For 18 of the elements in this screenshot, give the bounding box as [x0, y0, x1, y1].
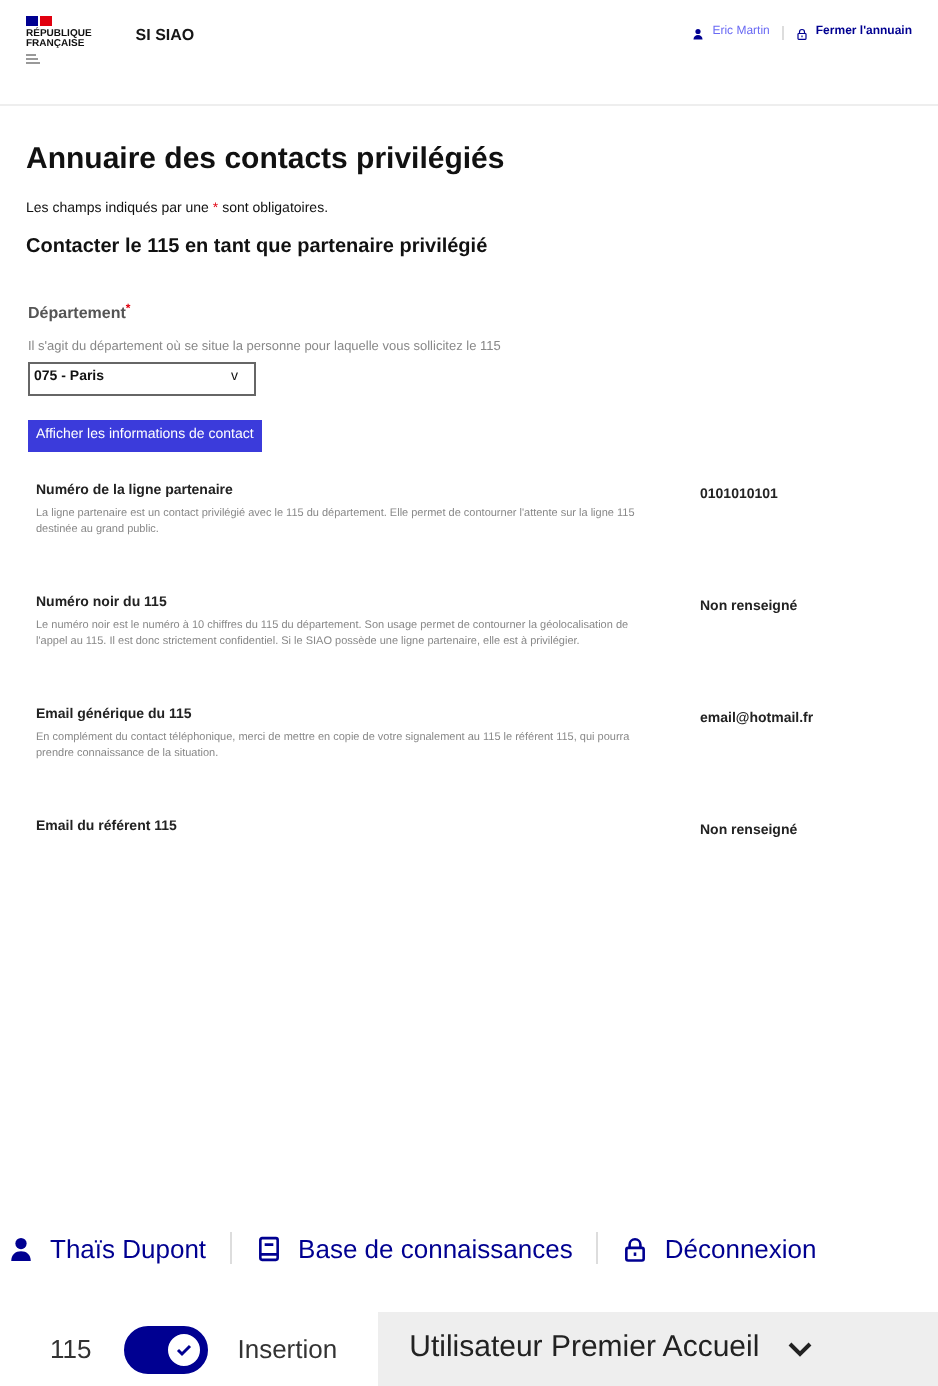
knowledge-base-link[interactable]: Base de connaissances: [256, 1229, 573, 1268]
department-label: Département$^{*}$: [28, 304, 131, 322]
mode-label: 115: [50, 1331, 92, 1368]
site-name: SI SIAO: [135, 24, 195, 48]
section-title: Contacter le 115 en tant que partenaire privilégié: [26, 234, 490, 262]
mode-toggle[interactable]: [123, 1325, 208, 1373]
chevron-down-icon: [787, 1341, 812, 1357]
lock-icon: [795, 27, 808, 39]
profile-select[interactable]: Utilisateur Premier Accueil: [377, 1312, 938, 1386]
profile-link[interactable]: Thaïs Dupont: [8, 1229, 207, 1268]
user-icon: [692, 27, 705, 39]
lock-icon: [622, 1235, 649, 1262]
check-icon: [173, 1339, 194, 1359]
logout-link[interactable]: Déconnexion: [622, 1229, 817, 1268]
user-icon: [8, 1235, 34, 1262]
page-title: Annuaire des contacts privilégiés: [26, 140, 507, 180]
mode-label: Insertion: [237, 1331, 338, 1368]
book-icon: [256, 1235, 283, 1262]
